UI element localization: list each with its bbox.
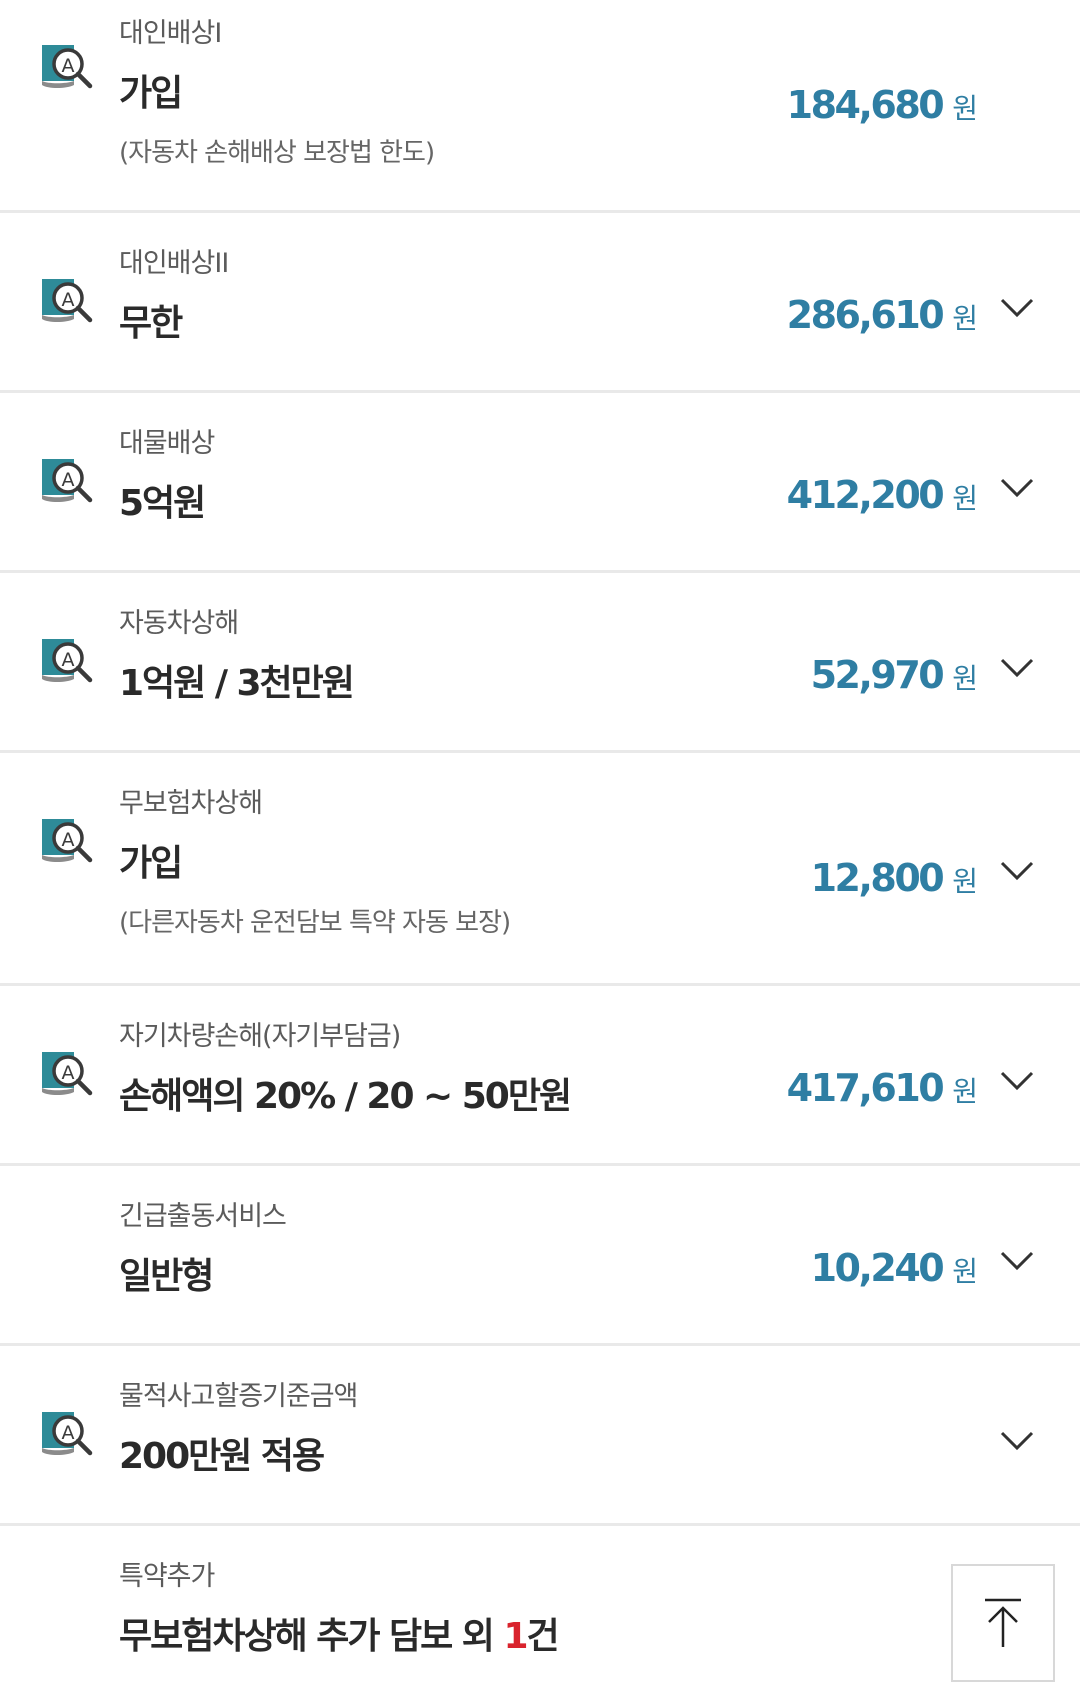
chevron-down-icon[interactable]	[1000, 1250, 1034, 1272]
coverage-row-own-vehicle-damage[interactable]: A 자기차량손해(자기부담금) 손해액의 20% / 20 ~ 50만원 417…	[0, 986, 1080, 1166]
svg-text:A: A	[62, 649, 75, 671]
coverage-row-surcharge-threshold[interactable]: A 물적사고할증기준금액 200만원 적용	[0, 1346, 1080, 1526]
rider-count: 1	[503, 1616, 528, 1657]
coverage-category: 자동차상해	[119, 608, 239, 639]
coverage-text: 긴급출동서비스 일반형	[119, 1199, 820, 1299]
coverage-text: 무보험차상해 가입 (다른자동차 운전담보 특약 자동 보장)	[119, 786, 820, 940]
amount-value: 417,610	[786, 1066, 945, 1110]
document-search-icon: A	[42, 1052, 93, 1096]
scroll-to-top-button[interactable]	[951, 1564, 1055, 1682]
svg-text:A: A	[62, 1422, 75, 1444]
rider-text: 특약추가 무보험차상해 추가 담보 외 1건	[119, 1559, 920, 1659]
coverage-text: 대인배상II 무한	[119, 246, 820, 346]
coverage-text: 대인배상I 가입 (자동차 손해배상 보장법 한도)	[119, 16, 820, 170]
coverage-category: 물적사고할증기준금액	[119, 1381, 358, 1412]
document-search-icon: A	[42, 819, 93, 863]
coverage-text: 자동차상해 1억원 / 3천만원	[119, 606, 820, 706]
coverage-value: 일반형	[119, 1256, 214, 1297]
amount-unit: 원	[952, 1075, 978, 1108]
coverage-text: 물적사고할증기준금액 200만원 적용	[119, 1379, 820, 1479]
coverage-category: 무보험차상해	[119, 788, 263, 819]
premium-amount: 184,680 원	[787, 83, 978, 127]
document-search-icon: A	[42, 459, 93, 503]
amount-value: 52,970	[810, 653, 945, 697]
svg-text:A: A	[62, 1062, 75, 1084]
chevron-down-icon[interactable]	[1000, 860, 1034, 882]
rider-value-suffix: 건	[526, 1616, 560, 1657]
amount-value: 412,200	[786, 473, 945, 517]
coverage-note: (다른자동차 운전담보 특약 자동 보장)	[119, 908, 511, 938]
chevron-down-icon[interactable]	[1000, 1070, 1034, 1092]
premium-amount: 12,800 원	[811, 856, 978, 900]
svg-text:A: A	[62, 829, 75, 851]
amount-value: 286,610	[786, 293, 945, 337]
chevron-down-icon[interactable]	[1000, 297, 1034, 319]
premium-amount: 412,200 원	[787, 473, 978, 517]
coverage-category: 대인배상I	[119, 18, 222, 49]
coverage-value: 200만원 적용	[119, 1436, 325, 1477]
rider-value-prefix: 무보험차상해 추가 담보 외	[119, 1616, 504, 1657]
coverage-row-personal-injury[interactable]: A 자동차상해 1억원 / 3천만원 52,970 원	[0, 573, 1080, 753]
document-search-icon: A	[42, 279, 93, 323]
svg-text:A: A	[62, 289, 75, 311]
coverage-category: 자기차량손해(자기부담금)	[119, 1021, 401, 1052]
amount-value: 12,800	[810, 856, 945, 900]
chevron-down-icon[interactable]	[1000, 477, 1034, 499]
premium-amount: 417,610 원	[787, 1066, 978, 1110]
chevron-down-icon[interactable]	[1000, 657, 1034, 679]
arrow-up-to-top-icon	[985, 1598, 1021, 1647]
coverage-row-uninsured-vehicle[interactable]: A 무보험차상해 가입 (다른자동차 운전담보 특약 자동 보장) 12,800…	[0, 753, 1080, 986]
rider-category: 특약추가	[119, 1561, 215, 1592]
premium-amount: 286,610 원	[787, 293, 978, 337]
document-search-icon: A	[42, 639, 93, 683]
coverage-category: 대인배상II	[119, 248, 229, 279]
amount-unit: 원	[952, 302, 978, 335]
svg-text:A: A	[62, 55, 75, 77]
coverage-text: 자기차량손해(자기부담금) 손해액의 20% / 20 ~ 50만원	[119, 1019, 820, 1119]
svg-text:A: A	[62, 469, 75, 491]
coverage-category: 긴급출동서비스	[119, 1201, 287, 1232]
amount-unit: 원	[952, 92, 978, 125]
coverage-value: 1억원 / 3천만원	[119, 663, 355, 704]
amount-unit: 원	[952, 662, 978, 695]
amount-unit: 원	[952, 1255, 978, 1288]
document-search-icon: A	[42, 1412, 93, 1456]
coverage-value: 가입	[119, 73, 183, 114]
coverage-row-bodily-injury-2[interactable]: A 대인배상II 무한 286,610 원	[0, 213, 1080, 393]
amount-unit: 원	[952, 865, 978, 898]
premium-amount: 52,970 원	[811, 653, 978, 697]
document-search-icon: A	[42, 45, 93, 89]
coverage-value: 무한	[119, 303, 183, 344]
coverage-row-property-damage[interactable]: A 대물배상 5억원 412,200 원	[0, 393, 1080, 573]
coverage-note: (자동차 손해배상 보장법 한도)	[119, 138, 435, 168]
chevron-down-icon[interactable]	[1000, 1430, 1034, 1452]
amount-value: 184,680	[786, 83, 945, 127]
coverage-row-bodily-injury-1: A 대인배상I 가입 (자동차 손해배상 보장법 한도) 184,680 원	[0, 0, 1080, 213]
premium-amount: 10,240 원	[811, 1246, 978, 1290]
coverage-value: 5억원	[119, 483, 206, 524]
rider-value: 무보험차상해 추가 담보 외 1건	[119, 1615, 920, 1659]
coverage-text: 대물배상 5억원	[119, 426, 820, 526]
coverage-category: 대물배상	[119, 428, 215, 459]
rider-row[interactable]: 특약추가 무보험차상해 추가 담보 외 1건	[0, 1526, 1080, 1696]
coverage-row-emergency-service[interactable]: 긴급출동서비스 일반형 10,240 원	[0, 1166, 1080, 1346]
coverage-value: 손해액의 20% / 20 ~ 50만원	[119, 1076, 572, 1117]
coverage-list: A 대인배상I 가입 (자동차 손해배상 보장법 한도) 184,680 원 A …	[0, 0, 1080, 1696]
coverage-value: 가입	[119, 843, 183, 884]
amount-value: 10,240	[810, 1246, 945, 1290]
amount-unit: 원	[952, 482, 978, 515]
